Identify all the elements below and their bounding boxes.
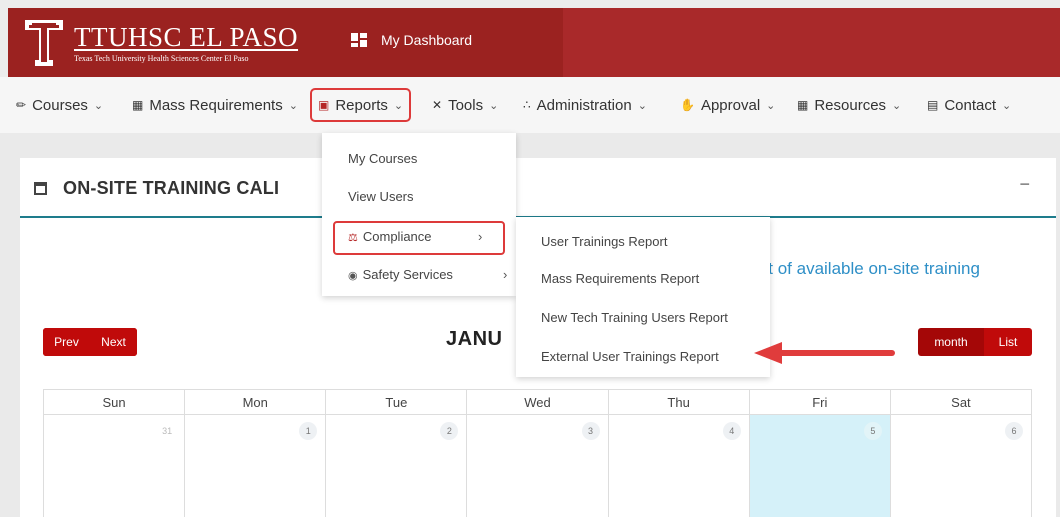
menu-item-new-tech-training-users-report[interactable]: New Tech Training Users Report (541, 310, 728, 325)
chevron-down-icon: ⌄ (288, 99, 298, 112)
tools-icon: ✕ (432, 98, 443, 112)
day-header: Wed (466, 389, 609, 415)
nav-administration[interactable]: ∴ Administration ⌄ (523, 92, 647, 118)
calendar-grid: Sun Mon Tue Wed Thu Fri Sat 31 1 2 3 4 5… (42, 389, 1033, 517)
nav-reports[interactable]: ▣ Reports ⌄ (310, 88, 412, 122)
list-icon: ▦ (132, 98, 144, 112)
chevron-right-icon: › (503, 267, 508, 282)
nav-tools-label: Tools (448, 96, 484, 114)
collapse-button[interactable]: − (1019, 174, 1030, 195)
panel-title: ON-SITE TRAINING CALI (34, 178, 279, 199)
month-title: JANU (446, 328, 503, 350)
brand-bar-right (563, 8, 1060, 77)
menu-item-compliance[interactable]: ⚖ Compliance › (348, 229, 482, 244)
dashboard-icon (351, 33, 367, 47)
brand-subtitle: Texas Tech University Health Sciences Ce… (74, 54, 249, 63)
view-toggle-group: month List (918, 328, 1032, 356)
chevron-down-icon: ⌄ (1002, 99, 1012, 112)
top-header: TTUHSC EL PASO Texas Tech University Hea… (0, 0, 1060, 77)
menu-item-my-courses[interactable]: My Courses (348, 151, 417, 166)
chevron-right-icon: › (478, 229, 483, 244)
day-number: 5 (863, 422, 882, 440)
presentation-icon: ▣ (318, 98, 330, 112)
book-icon: ✏ (16, 98, 27, 112)
menu-item-safety-services-label: Safety Services (362, 267, 453, 282)
nav-approval-label: Approval (700, 96, 761, 114)
prev-button[interactable]: Prev (43, 328, 90, 356)
site-logo[interactable]: TTUHSC EL PASO Texas Tech University Hea… (22, 14, 322, 72)
day-number: 1 (299, 422, 318, 440)
nav-courses[interactable]: ✏ Courses ⌄ (16, 92, 103, 118)
brand-title: TTUHSC EL PASO (74, 22, 299, 52)
card-icon: ▤ (927, 98, 939, 112)
calendar-day-cell[interactable]: 6 (889, 414, 1033, 517)
panel-header: ON-SITE TRAINING CALI − (20, 158, 1056, 218)
menu-item-mass-requirements-report[interactable]: Mass Requirements Report (541, 271, 699, 286)
nav-courses-label: Courses (32, 96, 88, 114)
nav-resources[interactable]: ▦ Resources ⌄ (797, 92, 901, 118)
calendar-day-cell[interactable]: 3 (466, 414, 609, 517)
calendar-day-cell-today[interactable]: 5 (748, 414, 891, 517)
nav-contact[interactable]: ▤ Contact ⌄ (927, 92, 1011, 118)
next-button[interactable]: Next (90, 328, 137, 356)
available-training-link[interactable]: ist of available on-site training (756, 259, 980, 279)
menu-item-user-trainings-report[interactable]: User Trainings Report (541, 234, 667, 249)
day-header: Fri (748, 389, 891, 415)
panel-title-text: ON-SITE TRAINING CALI (63, 178, 280, 198)
calendar-icon (34, 182, 47, 195)
menu-item-compliance-label: Compliance (362, 229, 432, 244)
compliance-submenu: User Trainings Report Mass Requirements … (516, 217, 770, 377)
double-t-logo-icon (22, 16, 66, 70)
day-header: Thu (607, 389, 750, 415)
month-view-button[interactable]: month (918, 328, 984, 356)
day-number: 4 (722, 422, 741, 440)
chevron-down-icon: ⌄ (637, 99, 647, 112)
calendar-day-cell[interactable]: 2 (325, 414, 468, 517)
menu-item-safety-services[interactable]: ◉ Safety Services › (348, 267, 507, 282)
day-number: 2 (440, 422, 459, 440)
thumbs-icon: ✋ (680, 98, 695, 112)
chevron-down-icon: ⌄ (892, 99, 902, 112)
day-number: 3 (581, 422, 600, 440)
day-number: 6 (1005, 422, 1023, 440)
my-dashboard-link[interactable]: My Dashboard (351, 32, 472, 48)
nav-reports-label: Reports (335, 96, 388, 114)
menu-item-external-user-trainings-report[interactable]: External User Trainings Report (541, 349, 719, 364)
nav-mass-requirements[interactable]: ▦ Mass Requirements ⌄ (132, 92, 298, 118)
chevron-down-icon: ⌄ (93, 99, 104, 112)
nav-contact-label: Contact (944, 96, 997, 114)
chevron-down-icon: ⌄ (393, 99, 404, 112)
scale-icon: ⚖ (348, 232, 358, 244)
day-header: Mon (184, 389, 327, 415)
day-header: Sat (889, 389, 1033, 415)
shield-icon: ◉ (348, 270, 358, 282)
list-view-button[interactable]: List (984, 328, 1032, 356)
prev-next-group: Prev Next (43, 328, 137, 356)
calendar-day-cell[interactable]: 31 (42, 414, 186, 517)
annotation-arrow-icon (754, 342, 895, 364)
users-icon: ∴ (523, 98, 531, 112)
chevron-down-icon: ⌄ (489, 99, 499, 112)
dashboard-label: My Dashboard (381, 32, 473, 48)
calendar-day-cell[interactable]: 1 (184, 414, 327, 517)
brand-bar: TTUHSC EL PASO Texas Tech University Hea… (8, 8, 1060, 77)
nav-tools[interactable]: ✕ Tools ⌄ (432, 92, 498, 118)
day-number: 31 (162, 426, 173, 436)
day-header: Sun (42, 389, 186, 415)
nav-approval[interactable]: ✋ Approval ⌄ (680, 92, 775, 118)
calendar-day-cell[interactable]: 4 (607, 414, 750, 517)
main-nav: ✏ Courses ⌄ ▦ Mass Requirements ⌄ ▣ Repo… (0, 77, 1060, 133)
chevron-down-icon: ⌄ (766, 99, 776, 112)
menu-item-view-users[interactable]: View Users (348, 189, 414, 204)
nav-mass-requirements-label: Mass Requirements (149, 96, 283, 114)
nav-administration-label: Administration (536, 96, 632, 114)
nav-resources-label: Resources (814, 96, 887, 114)
reports-dropdown: My Courses View Users ⚖ Compliance › ◉ Saf… (322, 133, 516, 296)
books-icon: ▦ (797, 98, 809, 112)
day-header: Tue (325, 389, 468, 415)
